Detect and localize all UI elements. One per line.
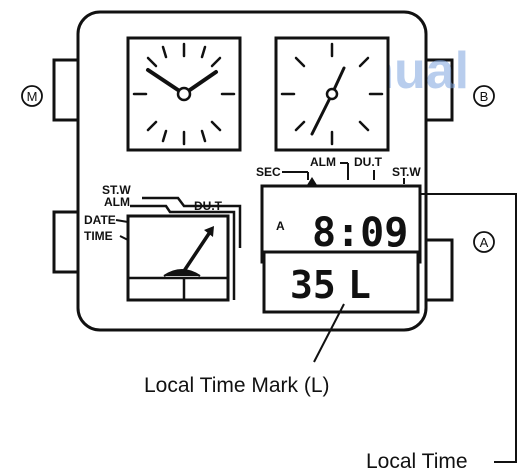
local-time-mark-l: L <box>348 263 371 307</box>
button-m-label: M <box>21 85 43 107</box>
lower-digital-display: 35 L <box>262 250 420 314</box>
button-m-letter: M <box>27 89 38 104</box>
button-b-letter: B <box>480 89 489 104</box>
mode-label-stw: ST.W <box>392 165 421 179</box>
callout-local-time: Local Time <box>366 450 468 473</box>
button-a-label: A <box>473 231 495 253</box>
indicator-a: A <box>276 219 285 233</box>
mode-label-dut: DU.T <box>354 155 383 169</box>
dial-label-date: DATE <box>84 213 116 227</box>
mode-label-sec: SEC <box>256 165 281 179</box>
lower-display-number: 35 <box>290 263 336 307</box>
watch-diagram: Manual M B A <box>21 10 517 473</box>
right-analog-dial <box>274 36 390 152</box>
digital-time: 8:09 <box>312 210 408 256</box>
button-b-label: B <box>473 85 495 107</box>
dial-label-alm: ALM <box>104 195 130 209</box>
local-time-leader <box>420 193 517 463</box>
dial-label-time: TIME <box>84 229 113 243</box>
mode-label-alm: ALM <box>310 155 336 169</box>
left-analog-dial <box>126 36 242 152</box>
button-a-letter: A <box>480 235 489 250</box>
callout-local-time-mark: Local Time Mark (L) <box>144 374 330 397</box>
dial-label-dut: DU.T <box>194 199 223 213</box>
